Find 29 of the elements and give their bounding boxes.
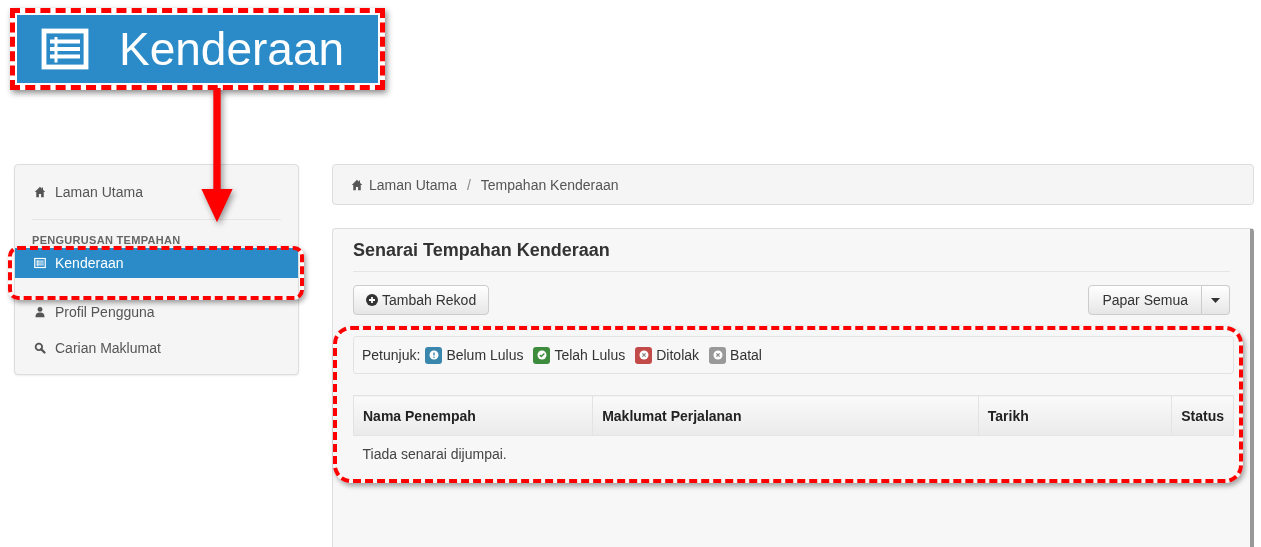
legend-item: Batal [730, 347, 762, 363]
legend-item: Telah Lulus [554, 347, 626, 363]
legend-item: Ditolak [656, 347, 700, 363]
add-record-button[interactable]: Tambah Rekod [353, 285, 490, 315]
panel-title: Senarai Tempahan Kenderaan [353, 239, 1230, 272]
caret-icon [1211, 297, 1220, 303]
dropdown-button[interactable] [1202, 285, 1230, 315]
user-icon [34, 306, 46, 318]
home-icon [34, 186, 46, 198]
sidebar-heading: PENGURUSAN TEMPAHAN [31, 234, 182, 246]
breadcrumb-link[interactable]: Laman Utama [351, 176, 457, 193]
callout-label: Kenderaan [119, 26, 345, 72]
sidebar-item[interactable]: Laman Utama [15, 174, 298, 210]
legend-item: Belum Lulus [446, 347, 524, 363]
column-header: Maklumat Perjalanan [592, 395, 979, 436]
legend-label: Petunjuk: [362, 347, 421, 363]
column-header: Status [1171, 395, 1234, 436]
home-icon [351, 178, 363, 191]
plus-circle-icon [366, 294, 378, 306]
column-header: Nama Penempah [353, 395, 593, 436]
breadcrumb-separator: / [465, 176, 472, 193]
empty-message: Tiada senarai dijumpai. [353, 435, 1234, 472]
search-icon [34, 342, 46, 354]
list-icon [34, 257, 46, 269]
sidebar-item[interactable]: Carian Maklumat [15, 330, 298, 366]
column-header: Tarikh [978, 395, 1172, 436]
sidebar-item[interactable]: Kenderaan [15, 248, 298, 278]
filter-button[interactable]: Papar Semua [1088, 285, 1202, 315]
sidebar-item[interactable]: Profil Pengguna [15, 294, 298, 330]
